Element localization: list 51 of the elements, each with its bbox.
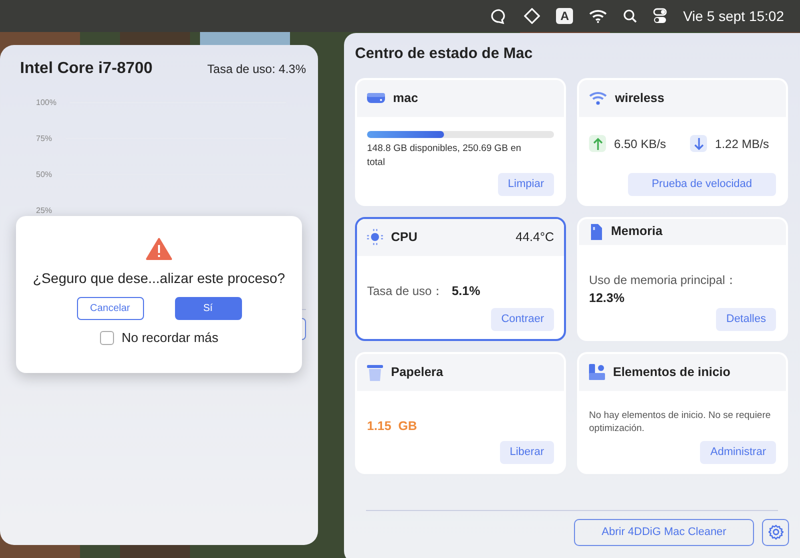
upload-speed: 6.50 KB/s — [614, 136, 666, 152]
open-app-button[interactable]: Abrir 4DDiG Mac Cleaner — [574, 518, 754, 546]
card-button[interactable]: Detalles — [716, 308, 776, 330]
chip-icon — [367, 229, 383, 245]
card-title: wireless — [615, 90, 664, 107]
cancel-button[interactable]: Cancelar — [76, 297, 144, 320]
axis-tick-label: 25% — [36, 205, 52, 217]
download-icon — [690, 135, 708, 152]
usage-label: Tasa de uso： — [367, 282, 444, 300]
status-note: No hay elementos de inicio. No se requiere optimización. — [589, 408, 772, 436]
axis-tick-label: 50% — [36, 169, 52, 181]
card-button[interactable]: Administrar — [700, 440, 776, 464]
storage-detail: 148.8 GB disponibles, 250.69 GB en total — [367, 142, 522, 170]
toggles-icon[interactable] — [653, 8, 668, 24]
diamond-icon[interactable] — [524, 8, 540, 24]
card-button[interactable]: Limpiar — [498, 172, 554, 196]
checkbox[interactable] — [100, 330, 114, 345]
upload-icon — [589, 135, 606, 152]
card-button[interactable]: Contraer — [491, 308, 554, 330]
trash-icon — [367, 364, 383, 380]
blocks-icon — [589, 364, 605, 380]
card-title: Memoria — [611, 223, 662, 240]
usage-label: Uso de memoria principal： — [589, 272, 738, 289]
download-speed: 1.22 MB/s — [715, 136, 770, 152]
warning-icon — [146, 238, 172, 260]
panel-title: Intel Core i7-8700 — [20, 59, 152, 79]
usage-value: 12.3% — [589, 290, 626, 307]
panel-title: Centro de estado de Mac — [355, 44, 534, 64]
search-icon[interactable] — [623, 9, 638, 23]
menu-bar-clock: Vie 5 sept 15:02 — [683, 6, 784, 26]
usage-rate: Tasa de uso: 4.3% — [207, 61, 306, 78]
card-title: mac — [393, 90, 418, 107]
card-title: CPU — [391, 228, 418, 246]
memory-card-icon — [589, 222, 603, 241]
card-title: Elementos de inicio — [613, 364, 730, 381]
dialog-message: ¿Seguro que dese...alizar este proceso? — [32, 269, 286, 288]
input-source-indicator[interactable]: A — [556, 8, 574, 24]
wifi-icon[interactable] — [589, 9, 608, 23]
card-button[interactable]: Liberar — [500, 440, 554, 464]
axis-tick-label: 75% — [36, 133, 52, 145]
card-title: Papelera — [391, 364, 444, 381]
temperature: 44.4°C — [516, 228, 554, 246]
card-button[interactable]: Prueba de velocidad — [628, 172, 776, 196]
trash-size: 1.15 GB — [367, 418, 418, 434]
usage-value: 5.1% — [452, 282, 480, 300]
settings-button[interactable] — [762, 518, 789, 546]
settings-icon[interactable] — [768, 524, 784, 540]
axis-tick-label: 100% — [36, 97, 56, 109]
confirm-button[interactable]: Sí — [174, 297, 242, 320]
checkbox-label: No recordar más — [122, 329, 218, 347]
wifi-icon — [589, 91, 607, 105]
